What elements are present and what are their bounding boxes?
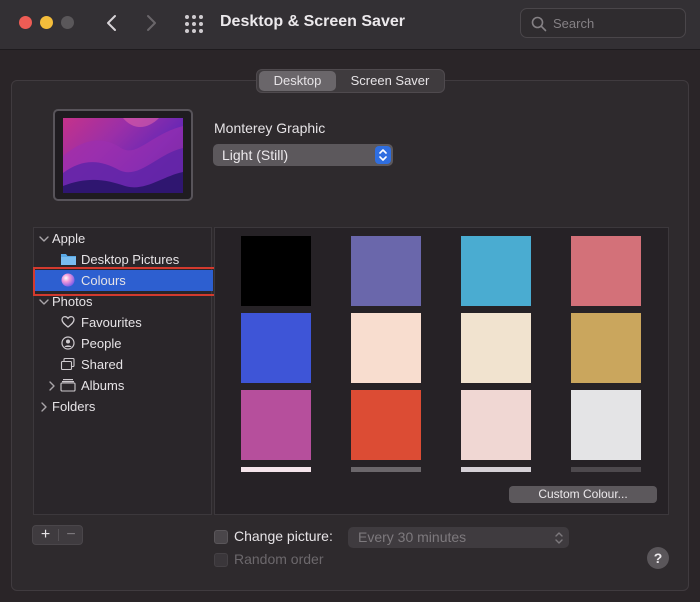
- colour-swatch[interactable]: [461, 390, 531, 460]
- sidebar-item-favourites[interactable]: Favourites: [34, 312, 213, 333]
- wallpaper-thumbnail: [63, 118, 183, 193]
- change-picture-label: Change picture:: [234, 528, 333, 544]
- colour-swatch[interactable]: [351, 236, 421, 306]
- change-interval-value: Every 30 minutes: [358, 529, 467, 545]
- dropdown-arrows-icon: [555, 532, 563, 544]
- random-order-label: Random order: [234, 551, 324, 567]
- heart-icon: [61, 315, 75, 328]
- colour-swatch-partial[interactable]: [351, 467, 421, 472]
- chevron-left-icon: [107, 15, 116, 31]
- random-order-checkbox[interactable]: [214, 553, 228, 567]
- change-picture-checkbox[interactable]: [214, 530, 228, 544]
- custom-colour-button[interactable]: Custom Colour...: [509, 486, 657, 503]
- folder-icon: [61, 254, 76, 265]
- monterey-wave-graphic: [63, 118, 183, 193]
- colour-swatch-grid: [214, 227, 669, 515]
- add-remove-control: + −: [32, 525, 83, 545]
- chevron-down-icon: [39, 236, 49, 242]
- remove-folder-button[interactable]: −: [59, 526, 83, 544]
- colour-swatch-partial[interactable]: [571, 467, 641, 472]
- wallpaper-preview: [53, 109, 193, 201]
- close-window-button[interactable]: [19, 16, 32, 29]
- sidebar-item-label: Shared: [81, 357, 123, 372]
- sidebar-item-label: Apple: [52, 231, 86, 246]
- colour-swatch[interactable]: [571, 390, 641, 460]
- chevron-down-icon: [39, 299, 49, 305]
- shared-album-icon: [60, 357, 75, 371]
- sidebar-item-label: Folders: [52, 399, 96, 414]
- person-icon: [61, 336, 75, 350]
- colour-swatch[interactable]: [461, 236, 531, 306]
- forward-button[interactable]: [140, 11, 162, 35]
- search-icon: [531, 16, 547, 32]
- colour-swatch[interactable]: [571, 313, 641, 383]
- colour-swatch[interactable]: [241, 313, 311, 383]
- title-bar: Desktop & Screen Saver Search: [0, 0, 700, 50]
- help-button[interactable]: ?: [647, 547, 669, 569]
- dropdown-arrows-icon: [375, 146, 391, 164]
- sidebar-item-label: Favourites: [81, 315, 142, 330]
- chevron-right-icon: [49, 381, 55, 391]
- colour-swatch[interactable]: [461, 313, 531, 383]
- colour-swatch[interactable]: [351, 390, 421, 460]
- sidebar-group-folders[interactable]: Folders: [34, 396, 213, 417]
- show-all-button[interactable]: [183, 13, 205, 35]
- colour-swatch[interactable]: [241, 236, 311, 306]
- change-interval-dropdown[interactable]: Every 30 minutes: [348, 527, 569, 548]
- add-folder-button[interactable]: +: [33, 526, 58, 544]
- chevron-right-icon: [147, 15, 156, 31]
- chevron-right-icon: [41, 402, 47, 412]
- tab-desktop[interactable]: Desktop: [259, 71, 336, 91]
- sidebar-group-albums[interactable]: Albums: [34, 375, 213, 396]
- colour-swatch-partial[interactable]: [461, 467, 531, 472]
- minimize-window-button[interactable]: [40, 16, 53, 29]
- colour-swatch-partial[interactable]: [241, 467, 311, 472]
- back-button[interactable]: [101, 11, 123, 35]
- appearance-mode-dropdown[interactable]: Light (Still): [213, 144, 393, 166]
- sidebar-item-people[interactable]: People: [34, 333, 213, 354]
- tab-control: Desktop Screen Saver: [256, 69, 445, 93]
- grid-icon: [185, 15, 203, 33]
- sidebar-item-shared[interactable]: Shared: [34, 354, 213, 375]
- colour-swatch[interactable]: [351, 313, 421, 383]
- album-icon: [60, 379, 76, 392]
- zoom-window-button[interactable]: [61, 16, 74, 29]
- selection-highlight-outline: [33, 267, 218, 296]
- sidebar-item-label: People: [81, 336, 122, 351]
- sidebar-group-apple[interactable]: Apple: [34, 228, 213, 249]
- appearance-mode-value: Light (Still): [222, 147, 289, 163]
- wallpaper-name: Monterey Graphic: [214, 120, 326, 136]
- sidebar-item-label: Albums: [81, 378, 125, 393]
- colour-swatch[interactable]: [241, 390, 311, 460]
- window-title: Desktop & Screen Saver: [220, 13, 405, 30]
- colour-swatch[interactable]: [571, 236, 641, 306]
- search-placeholder: Search: [553, 16, 595, 31]
- tab-screen-saver[interactable]: Screen Saver: [339, 71, 441, 91]
- search-field[interactable]: Search: [520, 8, 686, 38]
